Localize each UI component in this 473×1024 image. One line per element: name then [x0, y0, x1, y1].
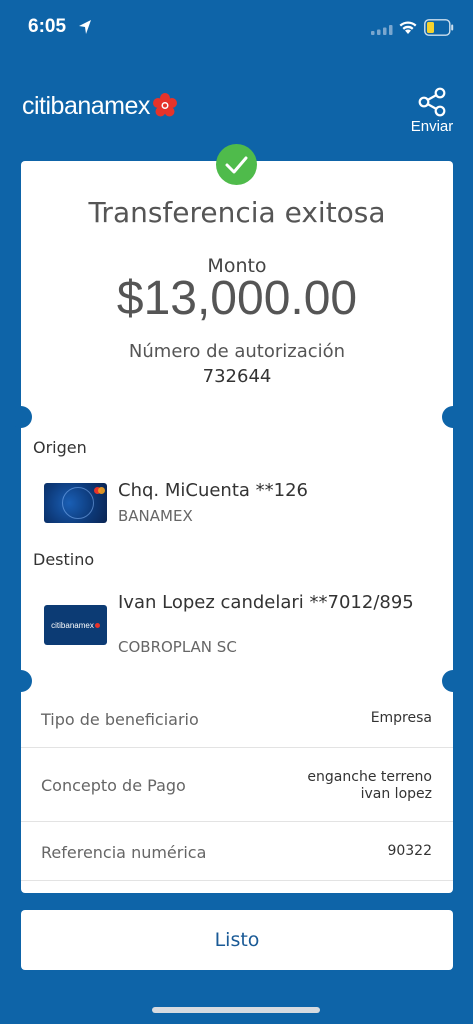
origin-bank-name: BANAMEX	[118, 507, 193, 525]
battery-icon	[424, 19, 454, 36]
ticket-notch	[442, 670, 464, 692]
cellular-signal-icon	[371, 25, 393, 35]
origin-section-label: Origen	[33, 438, 87, 457]
detail-value: 90322	[387, 843, 432, 859]
authorization-number: 732644	[202, 366, 272, 387]
ticket-notch	[442, 406, 464, 428]
detail-value-line: ivan lopez	[360, 786, 432, 802]
detail-label: Tipo de beneficiario	[41, 710, 199, 729]
share-button[interactable]: Enviar	[404, 86, 460, 142]
status-bar: 6:05	[0, 0, 473, 56]
receipt-title: Transferencia exitosa	[88, 196, 386, 229]
ticket-notch	[10, 670, 32, 692]
detail-row: Concepto de Pago enganche terreno ivan l…	[21, 748, 453, 822]
destination-card-image: citibanamex	[44, 605, 107, 645]
detail-value: enganche terreno ivan lopez	[307, 769, 432, 803]
detail-row: Referencia numérica 90322	[21, 822, 453, 881]
detail-row: Tipo de beneficiario Empresa	[21, 691, 453, 748]
detail-value-line: enganche terreno	[307, 769, 432, 785]
brand-name: citibanamex	[22, 91, 150, 120]
destination-card-brand: citibanamex	[51, 620, 94, 630]
done-button[interactable]: Listo	[21, 910, 453, 970]
origin-account-name: Chq. MiCuenta **126	[118, 480, 309, 501]
detail-label: Concepto de Pago	[41, 776, 186, 795]
share-label: Enviar	[410, 118, 454, 135]
destination-bank-name: COBROPLAN SC	[118, 638, 237, 656]
receipt-card: Transferencia exitosa Monto $13,000.00 N…	[10, 161, 464, 893]
status-time: 6:05	[28, 16, 67, 37]
origin-card-image	[44, 483, 107, 523]
amount-value: $13,000.00	[116, 272, 358, 325]
ticket-notch	[10, 406, 32, 428]
share-icon	[418, 87, 446, 117]
location-arrow-icon	[79, 20, 91, 34]
detail-label: Referencia numérica	[41, 843, 207, 862]
destination-section-label: Destino	[33, 550, 95, 569]
destination-account-name: Ivan Lopez candelari **7012/895	[118, 592, 414, 613]
success-check-icon	[216, 144, 257, 185]
home-indicator	[152, 1007, 320, 1013]
wifi-icon	[399, 21, 417, 34]
brand-logo: citibanamex	[22, 90, 178, 122]
detail-value: Empresa	[370, 710, 432, 726]
brand-flower-icon	[152, 93, 177, 117]
authorization-label: Número de autorización	[128, 341, 346, 362]
